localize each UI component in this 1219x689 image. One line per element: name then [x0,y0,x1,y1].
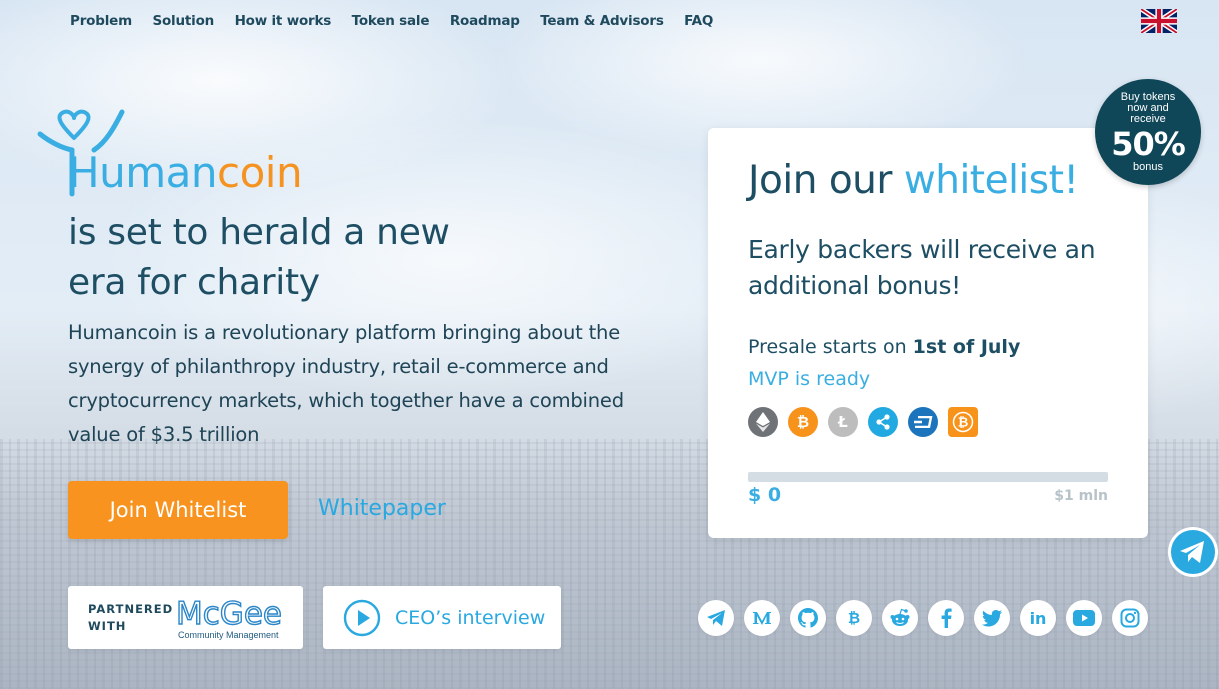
telegram-chat-icon[interactable] [1166,525,1219,579]
partner-label: PARTNERED WITH [88,601,173,635]
main-nav: Problem Solution How it works Token sale… [70,13,734,29]
headline-line-1: is set to herald a new [68,212,450,253]
nav-token-sale[interactable]: Token sale [352,13,430,29]
svg-text:₿: ₿ [958,416,969,431]
dash-icon [908,407,938,437]
whitelist-title: Join our whitelist! [748,158,1079,203]
nav-how-it-works[interactable]: How it works [235,13,332,29]
presale-date: 1st of July [912,336,1021,358]
nav-roadmap[interactable]: Roadmap [450,13,520,29]
headline-line-2: era for charity [68,262,320,303]
bitcoin-cash-icon: ₿ [948,407,978,437]
ceo-interview-button[interactable]: CEO’s interview [323,586,561,649]
bonus-percent: 50% [1111,125,1186,163]
social-links: ₿ in [698,600,1148,636]
bonus-badge: Buy tokens now and receive 50% bonus [1095,79,1201,185]
whitelist-title-part-2: whitelist! [903,158,1079,203]
brand-part-coin: coin [216,148,303,197]
mcgee-logo: McGee [175,594,288,635]
nav-team-advisors[interactable]: Team & Advisors [540,13,664,29]
progress-bar [748,472,1108,482]
partner-label-line-2: WITH [88,619,127,633]
presale-prefix: Presale starts on [748,336,907,358]
youtube-icon[interactable] [1066,600,1102,636]
medium-icon[interactable] [744,600,780,636]
presale-info: Presale starts on 1st of July [748,336,1020,358]
ripple-icon [868,407,898,437]
partner-label-line-1: PARTNERED [88,602,174,616]
raised-amount: $ 0 [748,484,782,506]
join-whitelist-button[interactable]: Join Whitelist [68,481,288,539]
instagram-icon[interactable] [1112,600,1148,636]
github-icon[interactable] [790,600,826,636]
bitcoin-icon: ₿ [788,407,818,437]
goal-amount: $1 mln [1054,488,1108,504]
mcgee-logo-text: McGee [176,596,282,630]
nav-solution[interactable]: Solution [152,13,214,29]
twitter-icon[interactable] [974,600,1010,636]
whitelist-subtitle: Early backers will receive an additional… [748,235,1096,300]
brand-part-human: Human [68,148,217,197]
reddit-icon[interactable] [882,600,918,636]
bonus-line-3: bonus [1133,161,1163,173]
facebook-icon[interactable] [928,600,964,636]
partner-badge[interactable]: PARTNERED WITH McGee Community Managemen… [68,586,303,649]
nav-faq[interactable]: FAQ [684,13,713,29]
ethereum-icon [748,407,778,437]
hero-headline: is set to herald a new era for charity [68,208,588,308]
bonus-line-1: Buy tokens now and receive [1120,91,1176,125]
linkedin-icon[interactable]: in [1020,600,1056,636]
accepted-coins: ₿ Ł ₿ [748,407,978,437]
bitcointalk-icon[interactable]: ₿ [836,600,872,636]
nav-problem[interactable]: Problem [70,13,132,29]
whitepaper-link[interactable]: Whitepaper [318,496,446,521]
brand-wordmark: Humancoin [68,152,303,194]
whitelist-title-part-1: Join our [748,158,892,203]
mcgee-logo-subtitle: Community Management [178,630,279,640]
hero-lead: Humancoin is a revolutionary platform br… [68,321,624,446]
litecoin-icon: Ł [828,407,858,437]
mvp-status: MVP is ready [748,368,871,390]
telegram-icon[interactable] [698,600,734,636]
whitelist-card: Join our whitelist! Early backers will r… [708,128,1148,538]
ceo-interview-label: CEO’s interview [395,606,546,629]
uk-flag-icon[interactable] [1141,9,1177,33]
play-icon [343,599,381,636]
